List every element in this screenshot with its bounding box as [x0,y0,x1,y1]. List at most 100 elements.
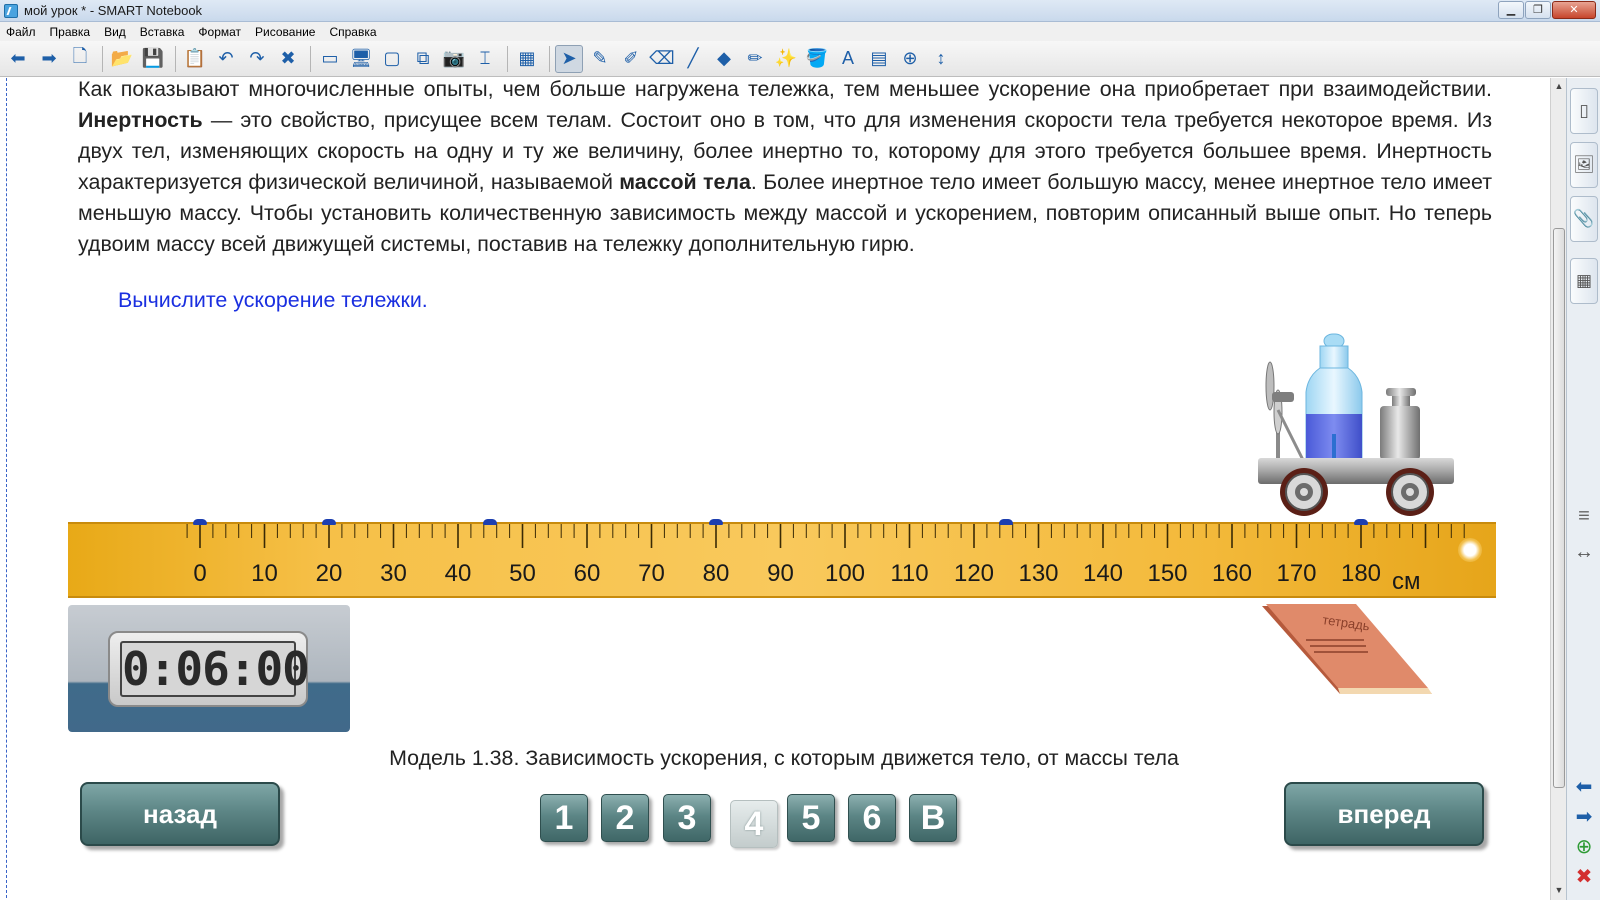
sidebar-collapse-icon[interactable]: ≡ [1572,504,1596,528]
back-button[interactable]: назад [80,782,280,846]
save-icon[interactable]: 💾 [139,45,167,73]
ruler-tick-label: 180 [1340,560,1382,587]
eraser-icon[interactable]: ⌫ [648,45,676,73]
magic-pen-icon[interactable]: ✨ [772,45,800,73]
scroll-down-arrow-icon[interactable]: ▼ [1553,884,1565,896]
menu-view[interactable]: Вид [104,25,126,39]
ruler-tick-label: 10 [251,560,278,587]
flask-with-water [1305,333,1363,466]
smart-notebook-app-icon [4,3,18,18]
page-button-v[interactable]: В [909,794,957,842]
restore-button[interactable]: ❐ [1525,1,1551,19]
dual-display-icon[interactable]: ⧉ [409,45,437,73]
page-button-2[interactable]: 2 [601,794,649,842]
document-camera-icon[interactable]: ⌶ [471,45,499,73]
shapes-icon[interactable]: ◆ [710,45,738,73]
transparent-bg-icon[interactable]: ▢ [378,45,406,73]
cart-model[interactable] [1258,330,1464,526]
lesson-paragraph: Как показывают многочисленные опыты, чем… [78,74,1492,260]
side-panel: ▯ 🖼 📎 ▦ ≡ ↔ ⬅ ➡ ⊕ ✖ [1566,78,1600,900]
toolbar-separator [175,45,176,72]
text-icon[interactable]: A [834,45,862,73]
screen-capture-icon[interactable]: 📷 [440,45,468,73]
task-text: Вычислите ускорение тележки. [118,288,428,312]
delete-icon[interactable]: ✖ [274,45,302,73]
cart-wheel-left [1280,468,1328,516]
minimize-button[interactable]: ▁ [1498,1,1524,19]
scroll-up-arrow-icon[interactable]: ▲ [1553,80,1565,92]
properties-icon[interactable]: ▤ [865,45,893,73]
line-icon[interactable]: ╱ [679,45,707,73]
page-sorter-tab[interactable]: ▯ [1570,88,1598,134]
page-button-5[interactable]: 5 [787,794,835,842]
attachments-tab[interactable]: 📎 [1570,196,1598,242]
ruler-tick-label: 70 [638,560,665,587]
pen-icon[interactable]: ✎ [586,45,614,73]
ruler-position-marker [483,519,498,525]
menu-format[interactable]: Формат [198,25,241,39]
window-title: мой урок * - SMART Notebook [24,3,203,18]
select-pointer-icon[interactable]: ➤ [555,44,583,73]
measurement-tools-icon[interactable]: ⊕ [896,45,924,73]
ruler-position-marker [709,519,723,525]
gallery-tab[interactable]: 🖼 [1570,142,1598,188]
properties-tab[interactable]: ▦ [1570,258,1598,304]
forward-arrow-icon[interactable]: ➡ [35,45,63,73]
paste-icon[interactable]: 📋 [181,45,209,73]
creative-pen-icon[interactable]: ✐ [617,45,645,73]
redo-icon[interactable]: ↷ [243,45,271,73]
menu-help[interactable]: Справка [329,25,376,39]
menu-bar: Файл Правка Вид Вставка Формат Рисование… [0,22,1600,41]
menu-draw[interactable]: Рисование [255,25,315,39]
toolbar-separator [549,45,550,72]
page-button-4[interactable]: 4 [730,800,778,848]
stopwatch[interactable]: 0:06:00 [68,605,350,732]
ruler-position-marker [193,519,207,525]
term-inertia: Инертность [78,108,203,132]
ruler-tick-label: 50 [509,560,536,587]
add-page-side-icon[interactable]: ⊕ [1572,834,1596,858]
menu-file[interactable]: Файл [6,25,36,39]
page-button-6[interactable]: 6 [848,794,896,842]
stopwatch-display: 0:06:00 [120,641,310,697]
scroll-thumb[interactable] [1553,228,1565,788]
cart-wheel-right [1386,468,1434,516]
weight [1380,388,1420,460]
full-screen-icon[interactable]: 🖥 [347,45,375,73]
page-button-1[interactable]: 1 [540,794,588,842]
vertical-scrollbar[interactable]: ▲ ▼ [1550,78,1566,900]
menu-edit[interactable]: Правка [50,25,91,39]
sidebar-dock-icon[interactable]: ↔ [1572,540,1596,564]
open-folder-icon[interactable]: 📂 [108,45,136,73]
ruler-tick-label: 30 [380,560,407,587]
ruler-tick-label: 0 [193,560,207,587]
add-page-icon[interactable]: 🗋 [66,45,94,73]
ruler-tick-label: 110 [890,560,929,587]
window-controls: ▁ ❐ ✕ [1498,1,1596,19]
ruler-tick-label: 130 [1018,560,1059,587]
toolbar-separator [310,45,311,72]
close-window-button[interactable]: ✕ [1552,1,1596,19]
screen-shade-icon[interactable]: ▭ [316,45,344,73]
back-arrow-icon[interactable]: ⬅ [4,45,32,73]
next-page-arrow-icon[interactable]: ➡ [1572,804,1596,828]
table-icon[interactable]: ▦ [513,45,541,73]
ruler-end-knob[interactable] [1458,538,1482,562]
ruler-tick-label: 40 [444,560,472,587]
paragraph-text-1: Как показывают многочисленные опыты, чем… [78,77,1492,101]
delete-page-side-icon[interactable]: ✖ [1572,864,1596,888]
fill-icon[interactable]: 🪣 [803,45,831,73]
notebook-object[interactable]: тетрадь [1262,604,1432,696]
smart-notebook-window: мой урок * - SMART Notebook ▁ ❐ ✕ Файл П… [0,0,1600,900]
undo-icon[interactable]: ↶ [212,45,240,73]
shape-recognition-pen-icon[interactable]: ✏ [741,45,769,73]
page-button-3[interactable]: 3 [663,794,711,842]
main-toolbar: ⬅ ➡ 🗋 📂 💾 📋 ↶ ↷ ✖ ▭ 🖥 ▢ ⧉ 📷 ⌶ ▦ ➤ ✎ ✐ ⌫ ╱ ◆ ✏ ✨ 🪣 A ▤ ⊕ ↕ [0,41,1600,77]
toolbar-move-icon[interactable]: ↕ [927,45,955,73]
ruler-tick-label: 100 [824,560,866,587]
forward-button[interactable]: вперед [1284,782,1484,846]
menu-insert[interactable]: Вставка [140,25,185,39]
previous-page-arrow-icon[interactable]: ⬅ [1572,774,1596,798]
ruler-tick-label: 20 [315,560,343,587]
ruler-tick-label: 80 [702,560,730,587]
